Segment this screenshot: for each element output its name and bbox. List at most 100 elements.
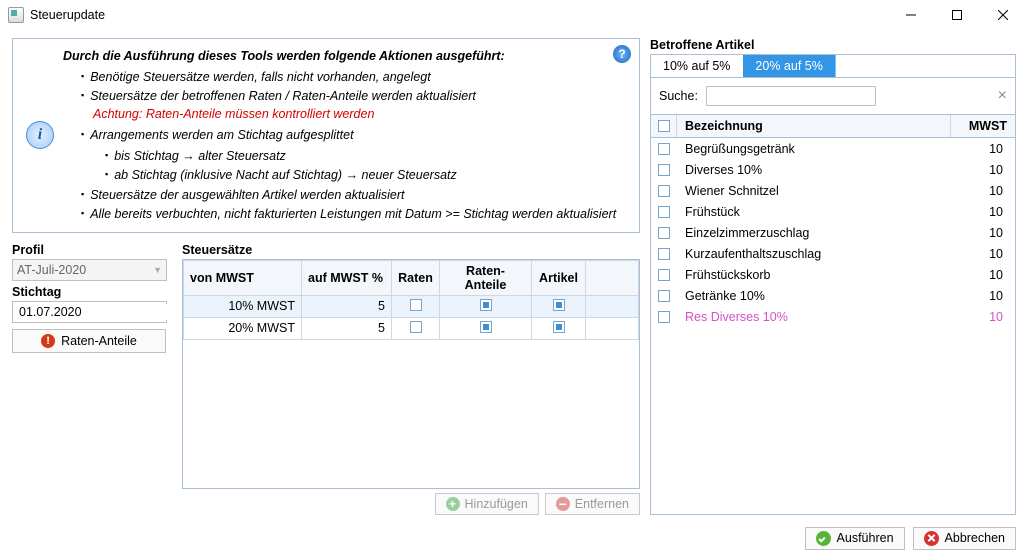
cell-name: Kurzaufenthaltszuschlag [677,247,951,261]
cell-mwst: 10 [951,247,1015,261]
col-auf-mwst[interactable]: auf MWST % [302,260,392,295]
list-item[interactable]: Frühstückskorb 10 [651,264,1015,285]
list-item[interactable]: Res Diverses 10% 10 [651,306,1015,327]
minimize-button[interactable] [888,0,934,30]
row-checkbox[interactable] [658,143,670,155]
list-item[interactable]: Einzelzimmerzuschlag 10 [651,222,1015,243]
grid-panel: Steuersätze von MWST auf MWST % Raten Ra… [182,239,640,515]
cell-mwst: 10 [951,226,1015,240]
cell-name: Frühstückskorb [677,268,951,282]
cell-name: Wiener Schnitzel [677,184,951,198]
check-icon [816,531,831,546]
list-item[interactable]: Begrüßungsgetränk 10 [651,138,1015,159]
steuersaetze-grid: von MWST auf MWST % Raten Raten-Anteile … [182,259,640,489]
raten-anteile-label: Raten-Anteile [61,334,137,348]
table-row[interactable]: 10% MWST 5 [184,295,639,317]
warning-icon: ! [41,334,55,348]
cell-von: 20% MWST [184,317,302,339]
info-line: Steuersätze der ausgewählten Artikel wer… [81,186,629,205]
search-label: Suche: [659,89,698,103]
cell-mwst: 10 [951,268,1015,282]
list-item[interactable]: Wiener Schnitzel 10 [651,180,1015,201]
execute-label: Ausführen [837,531,894,545]
cell-raten[interactable] [392,317,440,339]
cell-name: Res Diverses 10% [677,310,951,324]
stichtag-input[interactable] [17,304,182,320]
left-column: ? i Durch die Ausführung dieses Tools we… [12,30,640,515]
tab-bar: 10% auf 5%20% auf 5% [650,54,1016,78]
col-von-mwst[interactable]: von MWST [184,260,302,295]
info-heading: Durch die Ausführung dieses Tools werden… [63,47,629,66]
col-bezeichnung[interactable]: Bezeichnung [677,115,951,137]
info-subline: ab Stichtag (inklusive Nacht auf Stichta… [105,166,629,185]
cell-von: 10% MWST [184,295,302,317]
row-checkbox[interactable] [658,206,670,218]
betroffene-heading: Betroffene Artikel [650,38,1016,52]
info-icon-wrap: i [23,47,57,224]
profil-dropdown[interactable]: AT-Juli-2020 ▼ [12,259,167,281]
cell-anteile[interactable] [440,317,532,339]
chevron-down-icon: ▼ [153,265,162,275]
cell-auf[interactable]: 5 [302,295,392,317]
cell-name: Einzelzimmerzuschlag [677,226,951,240]
cell-name: Begrüßungsgetränk [677,142,951,156]
mid-row: Profil AT-Juli-2020 ▼ Stichtag ! Raten-A… [12,239,640,515]
list-item[interactable]: Kurzaufenthaltszuschlag 10 [651,243,1015,264]
search-row: Suche: × [650,78,1016,114]
list-item[interactable]: Frühstück 10 [651,201,1015,222]
info-panel: ? i Durch die Ausführung dieses Tools we… [12,38,640,233]
row-checkbox[interactable] [658,185,670,197]
cell-mwst: 10 [951,289,1015,303]
execute-button[interactable]: Ausführen [805,527,905,550]
list-item[interactable]: Diverses 10% 10 [651,159,1015,180]
col-raten-anteile[interactable]: Raten-Anteile [440,260,532,295]
remove-button[interactable]: −Entfernen [545,493,640,515]
list-item[interactable]: Getränke 10% 10 [651,285,1015,306]
close-button[interactable] [980,0,1026,30]
cell-anteile[interactable] [440,295,532,317]
stichtag-input-wrap[interactable] [12,301,167,323]
titlebar: Steuerupdate [0,0,1028,30]
remove-label: Entfernen [575,497,629,511]
cell-artikel[interactable] [532,317,586,339]
help-icon[interactable]: ? [613,45,631,63]
cell-mwst: 10 [951,163,1015,177]
cancel-label: Abbrechen [945,531,1005,545]
clear-search-icon[interactable]: × [998,87,1007,105]
add-label: Hinzufügen [465,497,528,511]
cell-mwst: 10 [951,310,1015,324]
stichtag-label: Stichtag [12,285,172,299]
grid-heading: Steuersätze [182,243,640,257]
add-button[interactable]: +Hinzufügen [435,493,539,515]
side-panel: Profil AT-Juli-2020 ▼ Stichtag ! Raten-A… [12,239,172,515]
maximize-button[interactable] [934,0,980,30]
row-checkbox[interactable] [658,164,670,176]
table-row[interactable]: 20% MWST 5 [184,317,639,339]
cancel-button[interactable]: Abbrechen [913,527,1016,550]
info-text: Durch die Ausführung dieses Tools werden… [57,47,629,224]
tab[interactable]: 10% auf 5% [651,55,743,77]
cell-name: Frühstück [677,205,951,219]
cell-raten[interactable] [392,295,440,317]
row-checkbox[interactable] [658,248,670,260]
row-checkbox[interactable] [658,311,670,323]
info-line: Steuersätze der betroffenen Raten / Rate… [81,87,629,106]
window-title: Steuerupdate [30,8,888,22]
row-checkbox[interactable] [658,290,670,302]
footer: Ausführen Abbrechen [0,521,1028,560]
cell-mwst: 10 [951,142,1015,156]
col-raten[interactable]: Raten [392,260,440,295]
col-artikel[interactable]: Artikel [532,260,586,295]
search-input[interactable] [706,86,876,106]
col-mwst[interactable]: MWST [951,115,1015,137]
cell-mwst: 10 [951,205,1015,219]
profil-value: AT-Juli-2020 [17,263,86,277]
cell-auf[interactable]: 5 [302,317,392,339]
row-checkbox[interactable] [658,269,670,281]
cell-artikel[interactable] [532,295,586,317]
raten-anteile-button[interactable]: ! Raten-Anteile [12,329,166,353]
row-checkbox[interactable] [658,227,670,239]
minus-icon: − [556,497,570,511]
tab[interactable]: 20% auf 5% [743,55,835,77]
select-all-checkbox[interactable] [658,120,670,132]
